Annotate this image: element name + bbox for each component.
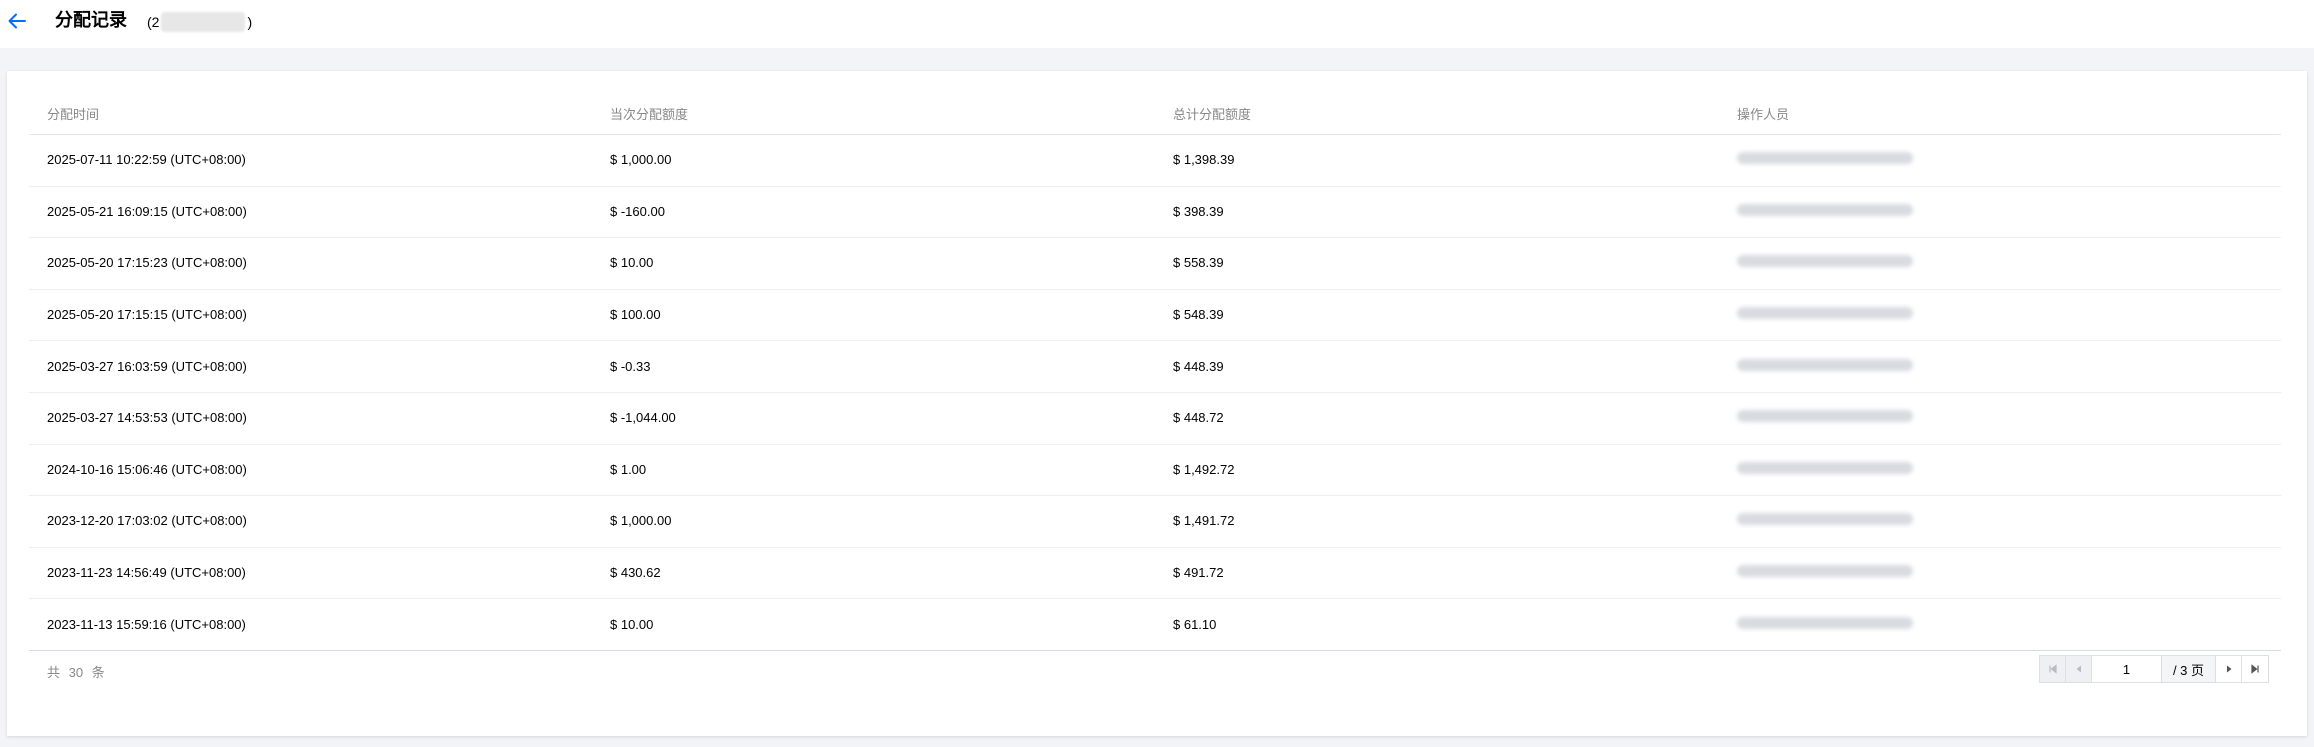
cell-amount: $ -160.00 (610, 203, 665, 219)
cell-total: $ 448.39 (1173, 358, 1224, 374)
cell-time: 2025-03-27 14:53:53 (UTC+08:00) (47, 410, 247, 426)
table-body: 2025-07-11 10:22:59 (UTC+08:00) $ 1,000.… (29, 135, 2281, 651)
total-pages: / 3 页 (2162, 656, 2216, 682)
cell-time: 2025-05-20 17:15:15 (UTC+08:00) (47, 307, 247, 323)
masked-operator (1737, 461, 1913, 474)
cell-amount: $ 1.00 (610, 461, 647, 477)
masked-operator (1737, 410, 1913, 423)
masked-operator (1737, 565, 1913, 578)
cell-time: 2025-05-21 16:09:15 (UTC+08:00) (47, 203, 247, 219)
cell-amount: $ -0.33 (610, 358, 651, 374)
cell-operator-masked (1737, 307, 1913, 323)
cell-total: $ 398.39 (1173, 203, 1224, 219)
cell-total: $ 1,398.39 (1173, 152, 1235, 168)
records-card: 分配时间 当次分配额度 总计分配额度 操作人员 2025-07-11 10:22… (7, 71, 2307, 736)
prev-page-button[interactable] (2066, 656, 2092, 682)
column-header-time: 分配时间 (47, 107, 100, 122)
cell-operator-masked (1737, 513, 1913, 529)
cell-time: 2023-12-20 17:03:02 (UTC+08:00) (47, 513, 247, 529)
title-account-id: (2 ) (147, 12, 252, 32)
page-title: 分配记录 (55, 10, 127, 30)
table-row: 2025-03-27 16:03:59 (UTC+08:00) $ -0.33 … (29, 341, 2281, 393)
cell-operator-masked (1737, 410, 1913, 426)
cell-time: 2024-10-16 15:06:46 (UTC+08:00) (47, 461, 247, 477)
cell-operator-masked (1737, 358, 1913, 375)
table-row: 2025-07-11 10:22:59 (UTC+08:00) $ 1,000.… (29, 135, 2281, 187)
cell-amount: $ -1,044.00 (610, 410, 676, 426)
cell-time: 2023-11-23 14:56:49 (UTC+08:00) (47, 565, 246, 581)
cell-amount: $ 1,000.00 (610, 152, 672, 168)
masked-operator (1737, 203, 1913, 216)
masked-account-id (161, 12, 246, 32)
cell-amount: $ 10.00 (610, 616, 654, 632)
masked-operator (1737, 152, 1913, 165)
cell-amount: $ 10.00 (610, 255, 654, 271)
top-bar: 分配记录 (2 ) (0, 0, 2314, 48)
total-count: 共 30 条 (47, 665, 105, 680)
cell-time: 2025-05-20 17:15:23 (UTC+08:00) (47, 255, 247, 271)
cell-time: 2025-03-27 16:03:59 (UTC+08:00) (47, 358, 247, 374)
column-header-total: 总计分配额度 (1173, 107, 1252, 122)
page-next-icon (2226, 665, 2231, 673)
masked-operator (1737, 255, 1913, 268)
cell-operator-masked (1737, 152, 1913, 168)
page-first-icon (2048, 664, 2057, 674)
table-row: 2025-05-20 17:15:15 (UTC+08:00) $ 100.00… (29, 290, 2281, 342)
cell-total: $ 491.72 (1173, 565, 1224, 581)
cell-time: 2023-11-13 15:59:16 (UTC+08:00) (47, 616, 246, 632)
cell-total: $ 558.39 (1173, 255, 1224, 271)
table-row: 2025-05-21 16:09:15 (UTC+08:00) $ -160.0… (29, 187, 2281, 239)
masked-operator (1737, 307, 1913, 320)
cell-operator-masked (1737, 255, 1913, 271)
next-page-button[interactable] (2216, 656, 2242, 682)
cell-total: $ 1,492.72 (1173, 461, 1235, 477)
table-row: 2025-03-27 14:53:53 (UTC+08:00) $ -1,044… (29, 393, 2281, 445)
table-row: 2023-11-13 15:59:16 (UTC+08:00) $ 10.00 … (29, 599, 2281, 651)
last-page-button[interactable] (2242, 656, 2268, 682)
column-header-operator: 操作人员 (1737, 107, 1790, 122)
cell-total: $ 61.10 (1173, 616, 1217, 632)
cell-total: $ 448.72 (1173, 410, 1224, 426)
cell-amount: $ 1,000.00 (610, 513, 672, 529)
table-header: 分配时间 当次分配额度 总计分配额度 操作人员 (29, 95, 2281, 135)
cell-time: 2025-07-11 10:22:59 (UTC+08:00) (47, 152, 246, 168)
back-arrow-icon[interactable] (6, 10, 28, 32)
cell-operator-masked (1737, 203, 1913, 220)
cell-operator-masked (1737, 461, 1913, 478)
table-footer: 共 30 条 / 3 页 (29, 655, 2281, 685)
page-last-icon (2251, 664, 2259, 674)
cell-operator-masked (1737, 565, 1913, 581)
title-sub-close: ) (247, 14, 253, 30)
masked-operator (1737, 358, 1913, 371)
cell-amount: $ 430.62 (610, 565, 661, 581)
table-row: 2023-11-23 14:56:49 (UTC+08:00) $ 430.62… (29, 548, 2281, 600)
cell-operator-masked (1737, 616, 1913, 633)
table-row: 2025-05-20 17:15:23 (UTC+08:00) $ 10.00 … (29, 238, 2281, 290)
allocation-table: 分配时间 当次分配额度 总计分配额度 操作人员 2025-07-11 10:22… (29, 95, 2281, 651)
cell-total: $ 1,491.72 (1173, 513, 1235, 529)
cell-total: $ 548.39 (1173, 307, 1224, 323)
page-number-input[interactable] (2092, 656, 2162, 682)
column-header-amount: 当次分配额度 (610, 107, 689, 122)
cell-amount: $ 100.00 (610, 307, 661, 323)
first-page-button[interactable] (2040, 656, 2066, 682)
page-prev-icon (2076, 665, 2081, 673)
masked-operator (1737, 616, 1913, 629)
table-row: 2023-12-20 17:03:02 (UTC+08:00) $ 1,000.… (29, 496, 2281, 548)
title-sub-open: (2 (147, 14, 160, 30)
masked-operator (1737, 513, 1913, 526)
pagination: / 3 页 (2039, 655, 2269, 683)
table-row: 2024-10-16 15:06:46 (UTC+08:00) $ 1.00 $… (29, 445, 2281, 497)
